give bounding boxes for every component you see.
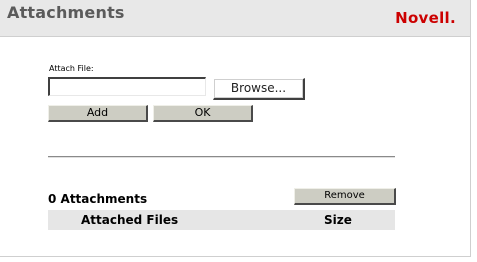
ok-button[interactable]: OK — [153, 105, 253, 122]
add-button[interactable]: Add — [48, 105, 148, 122]
page-title: Attachments — [7, 3, 125, 22]
attachments-table-header: Attached Files Size — [48, 210, 395, 230]
header-bar: Attachments Novell. — [0, 0, 470, 37]
column-header-size: Size — [324, 213, 352, 227]
remove-button[interactable]: Remove — [294, 188, 396, 205]
novell-logo: Novell. — [395, 9, 456, 27]
browse-button[interactable]: Browse... — [213, 78, 305, 100]
attach-file-label: Attach File: — [49, 64, 94, 73]
column-header-attached-files: Attached Files — [81, 213, 179, 227]
attach-file-input[interactable] — [48, 77, 206, 96]
attachments-window: Attachments Novell. Attach File: Browse.… — [0, 0, 471, 257]
section-divider — [48, 156, 395, 158]
attachment-count: 0 Attachments — [48, 192, 148, 206]
